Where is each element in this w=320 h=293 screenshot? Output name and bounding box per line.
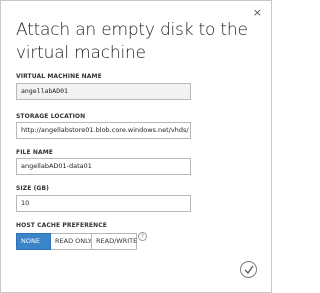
vm-name-label: VIRTUAL MACHINE NAME [16,73,102,80]
confirm-button[interactable] [240,261,257,278]
attach-disk-dialog: × Attach an empty disk to the virtual ma… [0,0,272,293]
host-cache-option-read-only[interactable]: READ ONLY [50,233,92,250]
host-cache-option-none[interactable]: NONE [16,233,51,250]
size-label: SIZE (GB) [16,185,49,192]
host-cache-option-read-write[interactable]: READ/WRITE [91,233,137,250]
storage-location-label: STORAGE LOCATION [16,113,86,120]
host-cache-selector: NONE READ ONLY READ/WRITE [16,233,137,250]
dialog-title: Attach an empty disk to the virtual mach… [16,20,248,63]
file-name-input[interactable]: angellabAD01-data01 [16,158,191,175]
storage-location-input[interactable]: http://angellabstore01.blob.core.windows… [16,122,191,139]
checkmark-icon [244,265,254,274]
close-icon[interactable]: × [253,7,262,18]
file-name-label: FILE NAME [16,149,53,156]
size-input[interactable]: 10 [16,195,191,212]
vm-name-field: angellabAD01 [16,83,191,100]
help-icon[interactable]: ? [138,232,147,241]
host-cache-label: HOST CACHE PREFERENCE [16,222,107,229]
